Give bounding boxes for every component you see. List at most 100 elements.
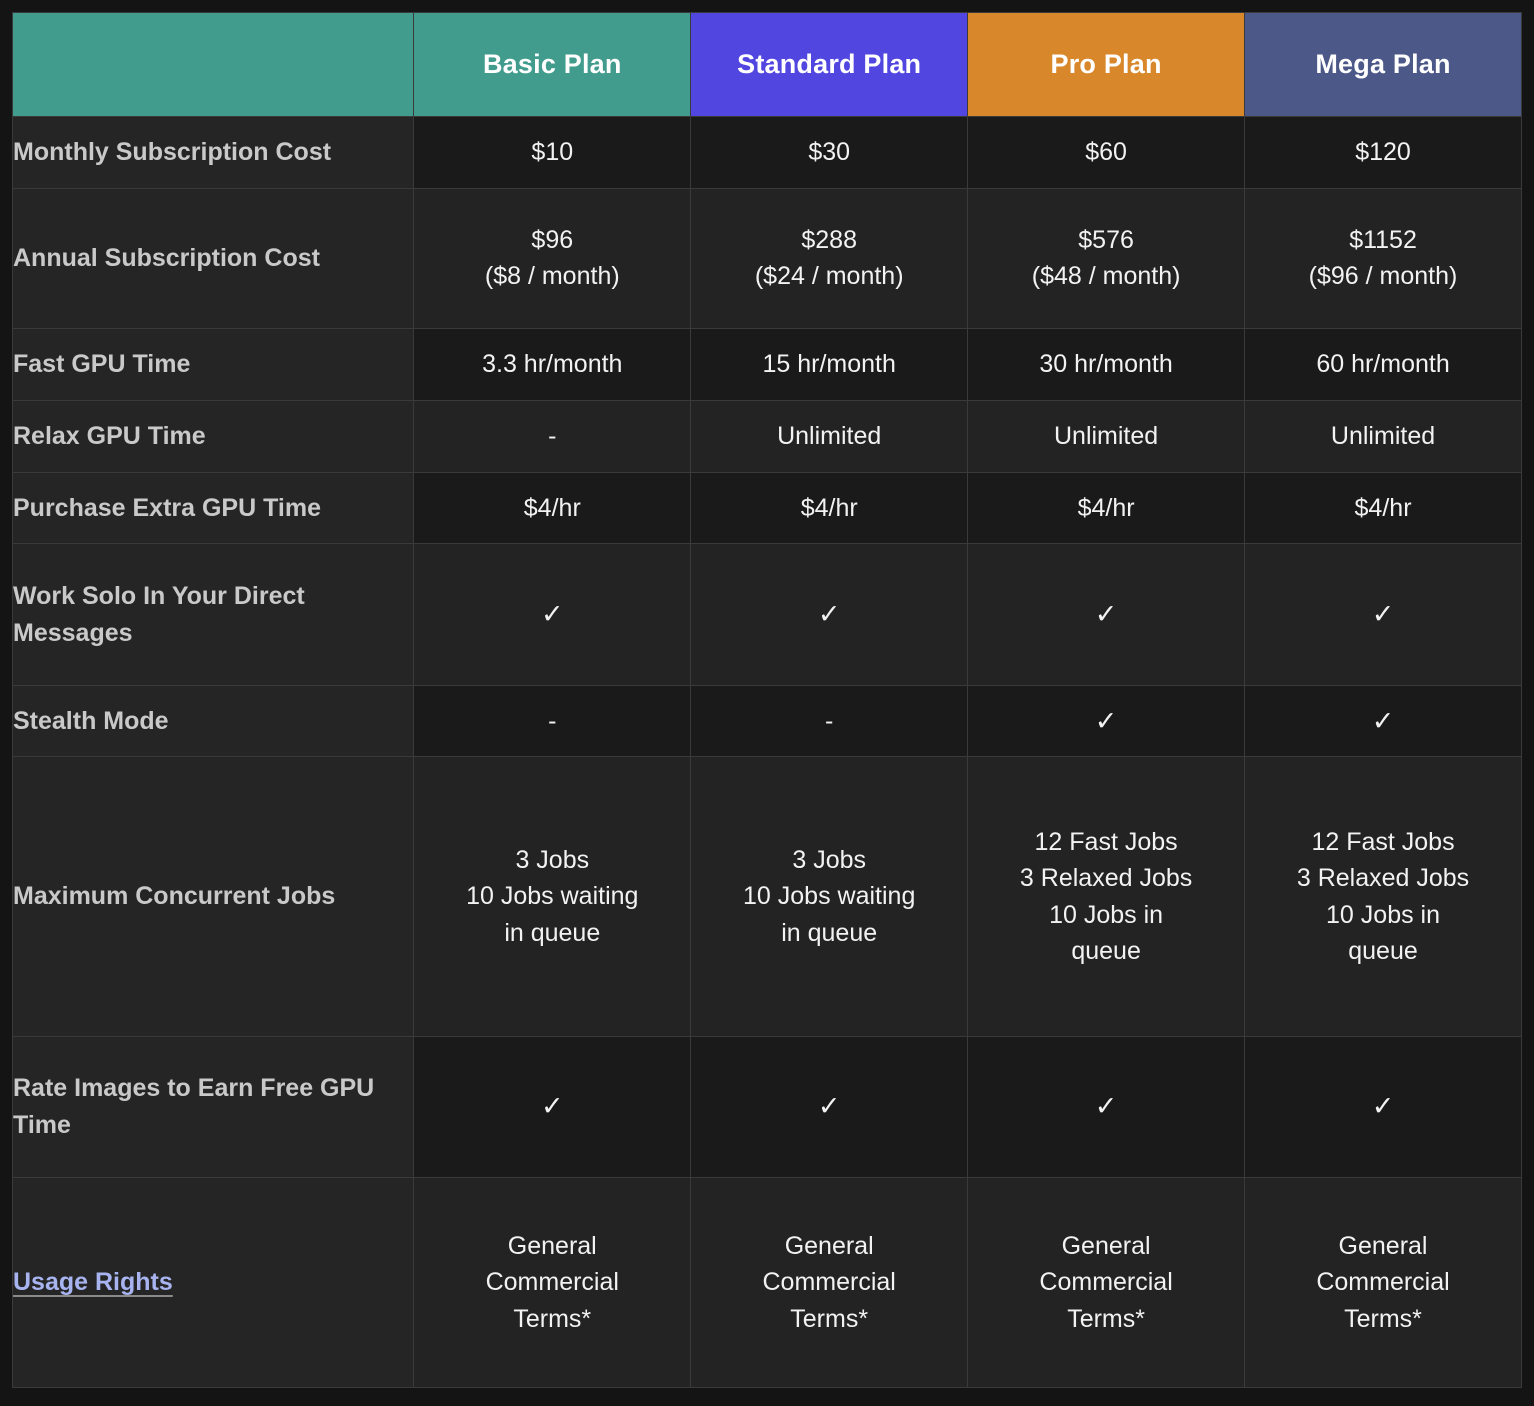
cell-line: 10 Jobs waiting [466, 882, 639, 911]
dash-icon: - [825, 706, 834, 735]
cell-line: Terms* [1344, 1304, 1422, 1333]
cell-line: ($24 / month) [754, 262, 904, 291]
table-row: Maximum Concurrent Jobs 3 Jobs 10 Jobs wai… [11, 756, 1522, 1037]
row-label-cell: Work Solo In Your Direct Messages [11, 543, 415, 686]
check-icon: ✓ [1371, 1091, 1395, 1122]
cell-line: in queue [504, 918, 601, 947]
cell-line: General [1061, 1232, 1151, 1261]
cell-line: $1152 [1349, 226, 1417, 255]
cell-line: Terms* [790, 1304, 869, 1333]
cell-line: 12 Fast Jobs [1311, 828, 1455, 857]
cell-line: $30 [808, 138, 851, 167]
row-label-cell: Purchase Extra GPU Time [11, 471, 415, 545]
check-icon: ✓ [817, 599, 841, 630]
row-label-text: Maximum Concurrent Jobs [13, 882, 336, 911]
cell-line: Unlimited [1053, 422, 1159, 451]
cell-line: $60 [1085, 138, 1127, 167]
table-row: Purchase Extra GPU Time $4/hr $4/hr $4/hr $4… [11, 471, 1522, 545]
cell-line: General [507, 1232, 597, 1261]
cell-value-standard: $30 [690, 116, 969, 189]
cell-value-mega: 12 Fast Jobs 3 Relaxed Jobs 10 Jobs in queu… [1244, 756, 1522, 1037]
cell-line: 3.3 hr/month [482, 350, 623, 379]
cell-check-icon: ✓ [967, 543, 1246, 686]
table-row: Annual Subscription Cost $96 ($8 / month) $… [11, 187, 1522, 330]
row-label-text: Stealth Mode [13, 706, 169, 735]
table-row: Stealth Mode - - ✓ ✓ [11, 684, 1522, 758]
cell-line: ($48 / month) [1031, 262, 1181, 291]
cell-value-standard: Unlimited [690, 399, 969, 473]
plan-comparison-table: Basic Plan Standard Plan Pro Plan Mega P… [11, 12, 1522, 1388]
cell-value-mega: Unlimited [1244, 399, 1522, 473]
cell-value-pro: 12 Fast Jobs 3 Relaxed Jobs 10 Jobs in queu… [967, 756, 1246, 1037]
cell-line: $576 [1078, 226, 1134, 255]
usage-rights-link[interactable]: Usage Rights [13, 1268, 173, 1296]
cell-line: Commercial [762, 1268, 896, 1297]
cell-line: 15 hr/month [762, 350, 896, 379]
cell-value-basic: General Commercial Terms* [413, 1177, 692, 1388]
cell-check-icon: ✓ [413, 1035, 692, 1179]
cell-value-pro: General Commercial Terms* [967, 1177, 1246, 1388]
row-label-text: Purchase Extra GPU Time [13, 493, 322, 522]
cell-line: ($8 / month) [484, 262, 620, 291]
check-icon: ✓ [1094, 705, 1118, 736]
cell-line: Commercial [1316, 1268, 1450, 1297]
check-icon: ✓ [1094, 1091, 1118, 1122]
header-corner-cell [11, 12, 415, 117]
check-icon: ✓ [540, 599, 564, 630]
cell-value-mega: $4/hr [1244, 471, 1522, 545]
cell-value-standard: 3 Jobs 10 Jobs waiting in queue [690, 756, 969, 1037]
cell-value-basic: $10 [413, 116, 692, 189]
dash-icon: - [548, 706, 557, 735]
row-label-text: Rate Images to Earn Free GPU Time [13, 1074, 375, 1139]
header-row: Basic Plan Standard Plan Pro Plan Mega P… [11, 12, 1522, 117]
cell-line: queue [1348, 936, 1418, 965]
cell-value-mega: 60 hr/month [1244, 328, 1522, 401]
cell-line: Commercial [485, 1268, 619, 1297]
cell-unavailable-dash: - [413, 684, 692, 758]
cell-check-icon: ✓ [690, 543, 969, 686]
check-icon: ✓ [817, 1091, 841, 1122]
check-icon: ✓ [1094, 599, 1118, 630]
row-label-text: Monthly Subscription Cost [13, 138, 332, 167]
cell-check-icon: ✓ [413, 543, 692, 686]
cell-check-icon: ✓ [690, 1035, 969, 1179]
cell-line: $4/hr [523, 493, 581, 522]
cell-value-basic: 3 Jobs 10 Jobs waiting in queue [413, 756, 692, 1037]
cell-line: 3 Jobs [515, 846, 590, 875]
cell-value-standard: General Commercial Terms* [690, 1177, 969, 1388]
cell-value-basic: $96 ($8 / month) [413, 187, 692, 330]
row-label-text: Work Solo In Your Direct Messages [13, 582, 305, 647]
cell-value-pro: $4/hr [967, 471, 1246, 545]
cell-line: Commercial [1039, 1268, 1173, 1297]
cell-line: 10 Jobs waiting [743, 882, 916, 911]
cell-line: in queue [781, 918, 878, 947]
row-label-cell: Relax GPU Time [11, 399, 415, 473]
cell-value-standard: $288 ($24 / month) [690, 187, 969, 330]
row-label-cell: Stealth Mode [11, 684, 415, 758]
cell-unavailable-dash: - [413, 399, 692, 473]
row-label-cell: Monthly Subscription Cost [11, 116, 415, 189]
cell-value-pro: $576 ($48 / month) [967, 187, 1246, 330]
cell-value-pro: $60 [967, 116, 1246, 189]
cell-value-standard: $4/hr [690, 471, 969, 545]
cell-line: 10 Jobs in [1326, 900, 1440, 929]
cell-value-mega: $120 [1244, 116, 1522, 189]
column-header-mega-plan[interactable]: Mega Plan [1244, 12, 1522, 117]
column-header-pro-plan[interactable]: Pro Plan [967, 12, 1246, 117]
row-label-cell: Maximum Concurrent Jobs [11, 756, 415, 1037]
cell-value-pro: Unlimited [967, 399, 1246, 473]
cell-check-icon: ✓ [1244, 1035, 1522, 1179]
column-header-standard-plan[interactable]: Standard Plan [690, 12, 969, 117]
cell-line: $120 [1355, 138, 1411, 167]
cell-unavailable-dash: - [690, 684, 969, 758]
cell-line: General [1338, 1232, 1428, 1261]
table-row: Relax GPU Time - Unlimited Unlimited Unlimit… [11, 399, 1522, 473]
cell-check-icon: ✓ [967, 684, 1246, 758]
pricing-comparison-page: Basic Plan Standard Plan Pro Plan Mega P… [0, 0, 1534, 1406]
column-header-basic-plan[interactable]: Basic Plan [413, 12, 692, 117]
cell-line: 60 hr/month [1316, 350, 1450, 379]
cell-line: queue [1071, 936, 1141, 965]
table-row: Fast GPU Time 3.3 hr/month 15 hr/month 30 h… [11, 328, 1522, 401]
table-body: Monthly Subscription Cost $10 $30 $60 $120 An… [11, 116, 1522, 1388]
cell-line: $4/hr [1077, 493, 1135, 522]
